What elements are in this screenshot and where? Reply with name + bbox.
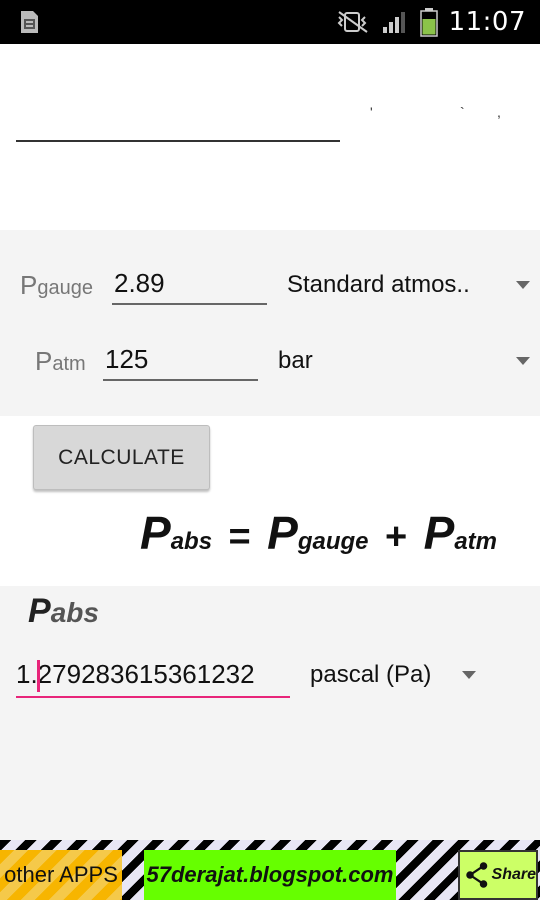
formula-equals: =: [228, 516, 251, 558]
status-bar: 11:07: [0, 0, 540, 44]
tick-mark: ': [370, 104, 373, 120]
blog-link[interactable]: 57derajat.blogspot.com: [144, 850, 396, 900]
share-icon: [466, 862, 488, 888]
result-unit-select[interactable]: pascal (Pa): [310, 655, 460, 695]
share-button[interactable]: Share: [458, 850, 538, 900]
calculate-button[interactable]: CALCULATE: [33, 425, 210, 490]
muted-vibrate-icon: [337, 11, 368, 33]
result-title: Pabs: [28, 592, 99, 630]
text-cursor: [37, 660, 40, 692]
gauge-label: Pgauge: [20, 270, 93, 300]
formula: Pabs = Pgauge + Patm: [140, 506, 497, 560]
formula-term1-sub: gauge: [297, 528, 369, 555]
signal-icon: [382, 12, 405, 33]
formula-term2: P: [423, 507, 455, 559]
atm-unit-select[interactable]: bar: [278, 341, 493, 381]
battery-icon: [419, 8, 438, 37]
tick-mark: `: [460, 104, 465, 120]
atm-row: Patm 125 bar: [0, 332, 540, 392]
tick-mark: ,: [497, 104, 501, 120]
share-label: Share: [491, 866, 536, 883]
formula-lhs: P: [140, 507, 171, 559]
formula-term2-sub: atm: [454, 528, 498, 555]
gauge-input[interactable]: 2.89: [112, 265, 267, 305]
gauge-row: Pgauge 2.89 Standard atmos..: [0, 256, 540, 316]
other-apps-button[interactable]: other APPS: [0, 850, 122, 900]
status-icons: 11:07: [335, 0, 526, 44]
atm-input[interactable]: 125: [103, 341, 258, 381]
formula-lhs-sub: abs: [170, 528, 213, 555]
footer-bar: other APPS 57derajat.blogspot.com Share: [0, 840, 540, 900]
atm-label: Patm: [35, 346, 86, 376]
formula-term1: P: [267, 507, 298, 559]
clock: 11:07: [448, 7, 526, 37]
top-divider: [16, 140, 340, 142]
gauge-unit-select[interactable]: Standard atmos..: [287, 265, 502, 305]
formula-plus: +: [384, 516, 408, 558]
result-field[interactable]: 1.279283615361232: [16, 654, 290, 698]
atm-unit-dropdown-icon[interactable]: [516, 357, 530, 365]
sd-card-icon: [21, 11, 38, 33]
result-unit-dropdown-icon[interactable]: [462, 671, 476, 679]
gauge-unit-dropdown-icon[interactable]: [516, 281, 530, 289]
